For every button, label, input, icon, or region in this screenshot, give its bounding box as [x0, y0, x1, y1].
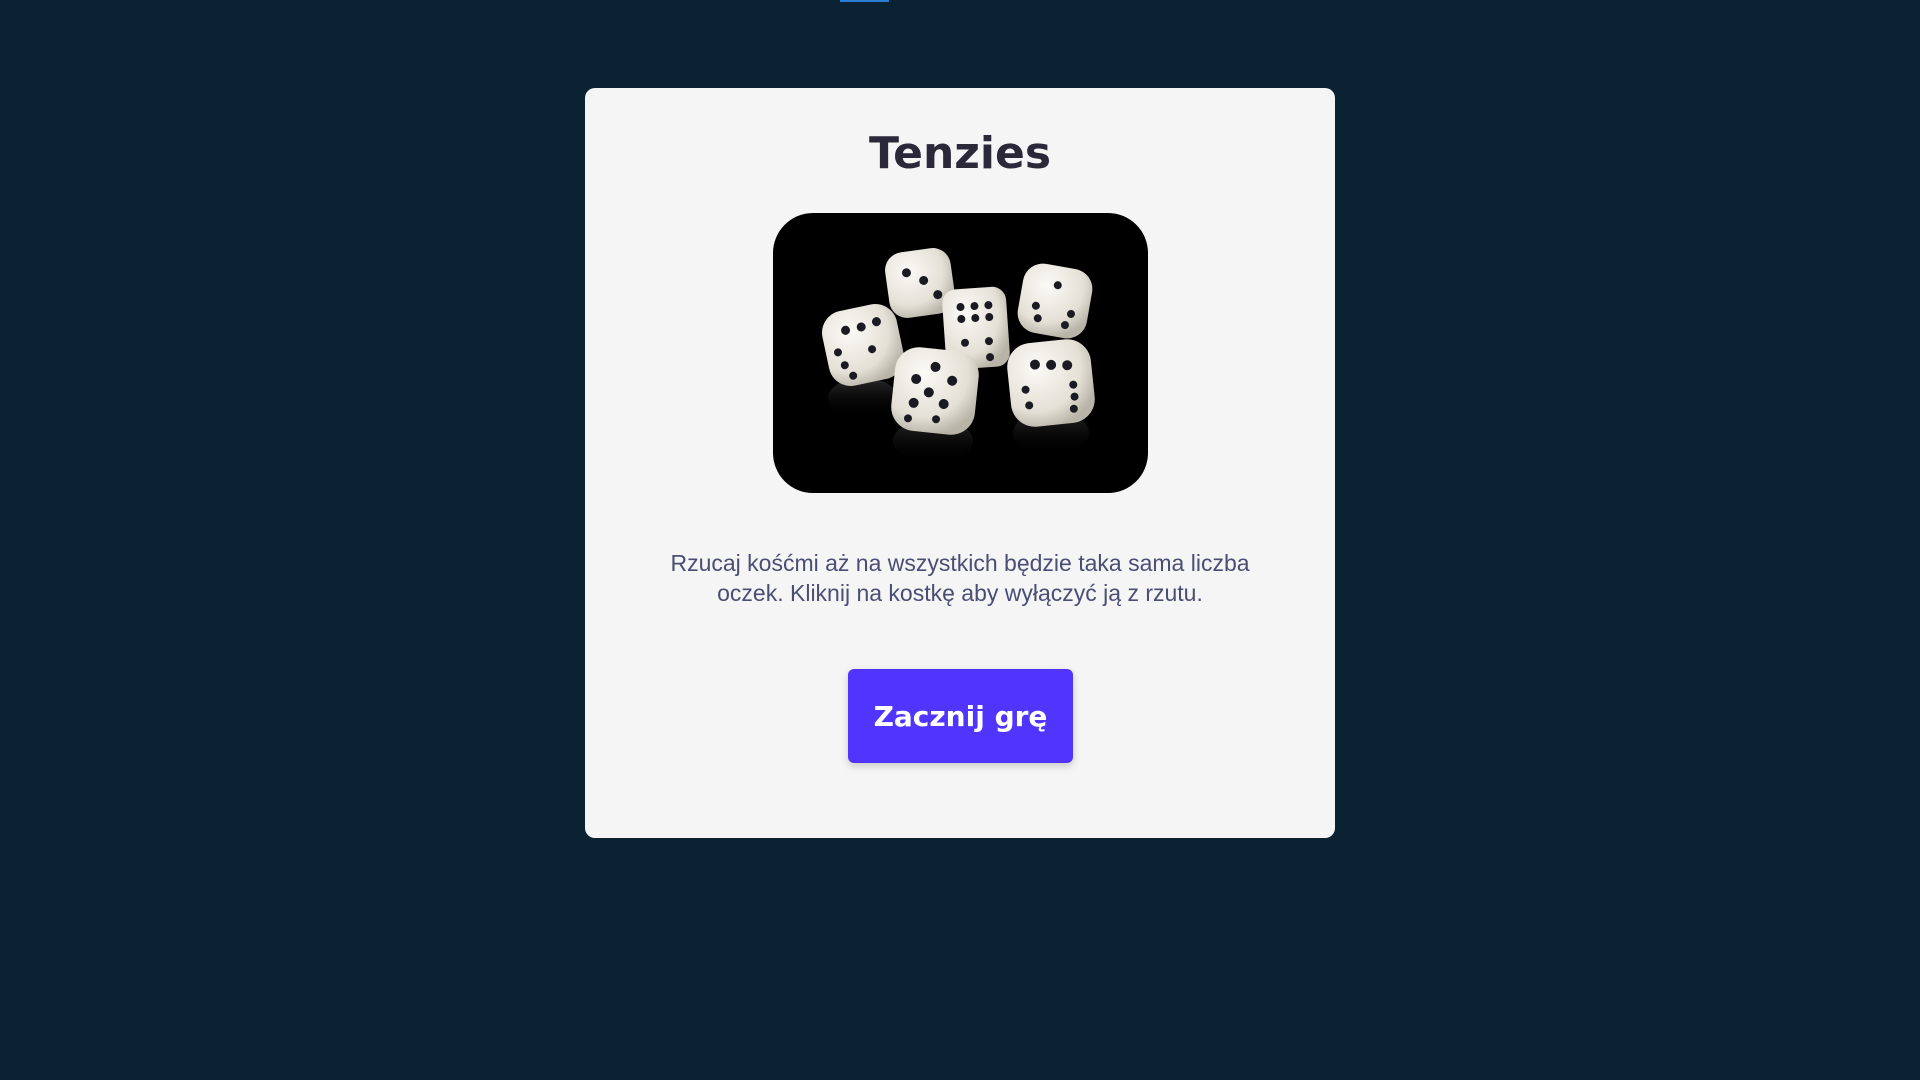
top-progress-indicator — [840, 0, 889, 2]
dice-photo-icon — [773, 213, 1148, 493]
game-card: Tenzies Rzucaj kośćmi aż na wszystkich b… — [585, 88, 1335, 838]
start-game-button[interactable]: Zacznij grę — [848, 669, 1073, 763]
game-description: Rzucaj kośćmi aż na wszystkich będzie ta… — [670, 550, 1250, 606]
game-title: Tenzies — [868, 128, 1052, 179]
